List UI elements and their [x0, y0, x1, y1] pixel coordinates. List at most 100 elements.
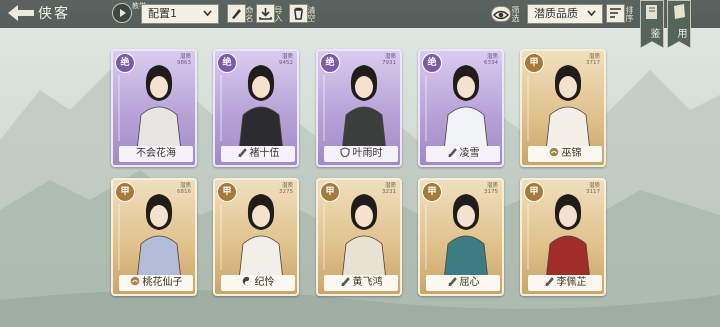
sort-order-button[interactable] [606, 4, 625, 23]
stat-value: 3231 [382, 189, 396, 195]
play-icon [120, 9, 126, 17]
potential-stat: 潜质 9452 [279, 54, 293, 66]
brush-icon [232, 9, 241, 19]
cloud-icon [549, 147, 558, 157]
hero-name-bar: 黄飞鸿 [324, 275, 398, 291]
chevron-down-icon [203, 10, 212, 17]
trash-icon [294, 7, 303, 20]
hero-name: 桃花仙子 [142, 277, 183, 288]
hero-portrait [443, 194, 489, 280]
card-side-ornament [220, 75, 222, 141]
hero-name: 凌雪 [459, 148, 480, 159]
hero-name: 屈心 [459, 277, 480, 288]
rank-badge: 甲 [115, 182, 135, 202]
card-side-ornament [527, 75, 529, 141]
hero-portrait [545, 65, 591, 151]
cloud-icon [130, 276, 139, 286]
hero-portrait [341, 194, 387, 280]
stat-value: 6334 [484, 60, 498, 66]
hero-name: 巫锦 [561, 148, 582, 159]
card-side-ornament [323, 75, 325, 141]
scroll-icon [674, 4, 685, 19]
stat-value: 3275 [279, 189, 293, 195]
rank-badge: 甲 [524, 53, 544, 73]
rank-badge: 绝 [115, 53, 135, 73]
rename-label: 命名 [245, 6, 254, 22]
hero-card[interactable]: 甲 潜质 3717 巫锦 [520, 49, 606, 167]
potential-stat: 潜质 7931 [382, 54, 396, 66]
hero-portrait [136, 194, 182, 280]
hero-portrait [341, 65, 387, 151]
sort-select[interactable]: 潜质品质 [527, 4, 603, 24]
book-icon [646, 5, 657, 19]
potential-stat: 潜质 3175 [484, 183, 498, 195]
card-side-ornament [220, 204, 222, 270]
hero-card[interactable]: 甲 潜质 3231 黄飞鸿 [316, 178, 402, 296]
eye-icon [493, 10, 509, 20]
hero-name-bar: 桃花仙子 [119, 275, 193, 291]
hero-card[interactable]: 绝 潜质 9863 不会花海 [111, 49, 197, 167]
hero-portrait [545, 194, 591, 280]
card-side-ornament [323, 204, 325, 270]
atlas-button[interactable]: 图鉴 [640, 0, 664, 48]
rank-badge: 甲 [320, 182, 340, 202]
card-side-ornament [527, 204, 529, 270]
rank-badge: 甲 [422, 182, 442, 202]
hero-name-bar: 叶雨时 [324, 146, 398, 162]
sword-icon [340, 277, 350, 286]
clear-button[interactable] [289, 4, 308, 23]
potential-stat: 潜质 3275 [279, 183, 293, 195]
hero-card[interactable]: 甲 潜质 3275 纪怜 [213, 178, 299, 296]
stat-value: 6816 [177, 189, 191, 195]
hero-name: 纪怜 [254, 277, 275, 288]
hero-name-bar: 褚十伍 [221, 146, 295, 162]
sword-icon [544, 277, 554, 286]
sword-icon [447, 148, 457, 157]
rank-badge: 绝 [320, 53, 340, 73]
stat-value: 3117 [586, 189, 600, 195]
hero-portrait [136, 65, 182, 151]
rank-badge: 甲 [217, 182, 237, 202]
card-side-ornament [118, 204, 120, 270]
hero-card[interactable]: 绝 潜质 7931 叶雨时 [316, 49, 402, 167]
hero-name-bar: 李佩芷 [528, 275, 602, 291]
sword-icon [237, 148, 247, 157]
card-side-ornament [118, 75, 120, 141]
hero-card[interactable]: 甲 潜质 3117 李佩芷 [520, 178, 606, 296]
hero-card[interactable]: 绝 潜质 9452 褚十伍 [213, 49, 299, 167]
page-title: 侠客 [38, 6, 70, 22]
hero-card[interactable]: 甲 潜质 3175 屈心 [418, 178, 504, 296]
sort-select-value: 潜质品质 [534, 7, 578, 20]
sort-order-label: 排序 [625, 6, 634, 22]
hero-name: 叶雨时 [352, 148, 383, 159]
sort-icon [610, 8, 621, 18]
rank-badge: 绝 [217, 53, 237, 73]
hero-portrait [238, 194, 284, 280]
hero-portrait [238, 65, 284, 151]
import-label: 导入 [274, 6, 283, 22]
stat-value: 3175 [484, 189, 498, 195]
filter-toggle[interactable] [491, 6, 511, 22]
tutorial-button[interactable] [112, 3, 132, 23]
yin-yang-icon [242, 276, 251, 286]
hero-card[interactable]: 绝 潜质 6334 凌雪 [418, 49, 504, 167]
chevron-down-icon [587, 10, 596, 17]
import-icon [259, 8, 272, 20]
rank-badge: 甲 [524, 182, 544, 202]
clear-label: 清空 [307, 6, 316, 22]
stat-value: 3717 [586, 60, 600, 66]
potential-stat: 潜质 6334 [484, 54, 498, 66]
config-select[interactable]: 配置1 [141, 4, 219, 24]
general-button[interactable]: 通用 [667, 0, 691, 48]
sword-icon [447, 277, 457, 286]
hero-name-bar: 纪怜 [221, 275, 295, 291]
hero-name-bar: 凌雪 [426, 146, 500, 162]
rename-button[interactable] [227, 4, 246, 23]
hero-name: 黄飞鸿 [352, 277, 383, 288]
card-side-ornament [425, 204, 427, 270]
rank-badge: 绝 [422, 53, 442, 73]
import-button[interactable] [256, 4, 275, 23]
hero-card[interactable]: 甲 潜质 6816 桃花仙子 [111, 178, 197, 296]
back-arrow-icon[interactable] [2, 0, 38, 26]
hero-name: 褚十伍 [249, 148, 280, 159]
